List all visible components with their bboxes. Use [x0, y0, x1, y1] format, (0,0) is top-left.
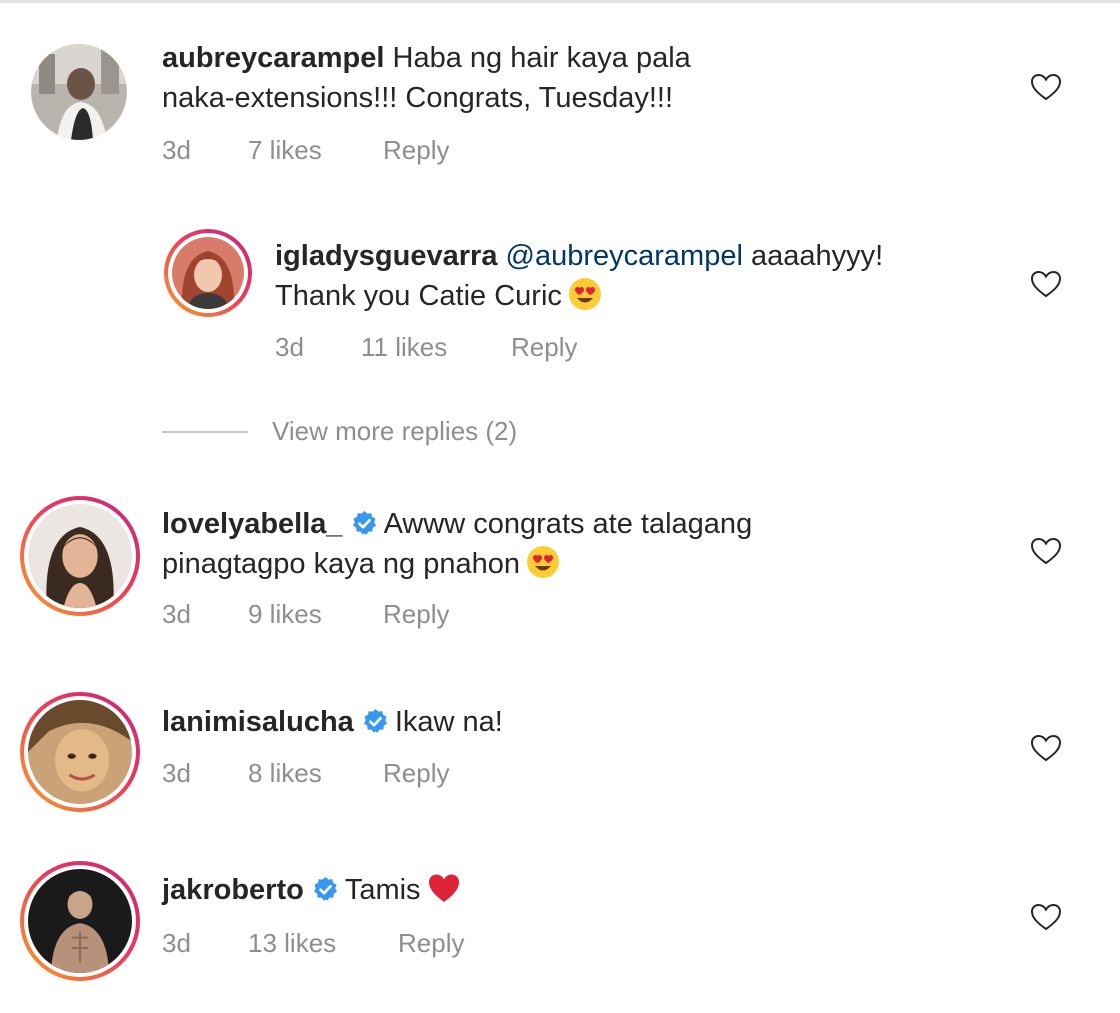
like-heart-icon[interactable]: [1030, 536, 1062, 566]
verified-badge-icon: [363, 709, 387, 733]
comment-body-line2: Thank you Catie Curic: [275, 280, 562, 312]
comment-body-line2: pinagtagpo kaya ng pnahon: [162, 548, 520, 580]
verified-badge-icon: [313, 877, 337, 901]
view-more-replies-label[interactable]: View more replies (2): [272, 416, 517, 447]
likes-count[interactable]: 13 likes: [248, 928, 336, 958]
reply-button[interactable]: Reply: [383, 758, 449, 788]
comment-body-line1: aaaahyyy!: [750, 240, 884, 272]
heart-eyes-emoji: [568, 278, 601, 310]
like-heart-icon[interactable]: [1030, 733, 1062, 763]
top-divider: [0, 0, 1120, 3]
reply-button[interactable]: Reply: [511, 332, 577, 362]
comment-body-line1: Tamis: [344, 874, 421, 906]
timestamp: 3d: [162, 928, 191, 958]
likes-count[interactable]: 9 likes: [248, 599, 322, 629]
username[interactable]: lanimisalucha: [162, 706, 354, 738]
username[interactable]: igladysguevarra: [275, 240, 497, 272]
avatar-photo: [28, 869, 132, 973]
comment-body-line1: Ikaw na!: [394, 706, 503, 738]
likes-count[interactable]: 7 likes: [248, 135, 322, 165]
avatar-photo: [28, 504, 132, 608]
verified-badge-icon: [352, 511, 376, 535]
likes-count[interactable]: 11 likes: [361, 332, 447, 362]
like-heart-icon[interactable]: [1030, 902, 1062, 932]
likes-count[interactable]: 8 likes: [248, 758, 322, 788]
comment-text: jakroberto Tamis: [162, 870, 982, 910]
red-heart-emoji: [428, 874, 459, 902]
username[interactable]: lovelyabella_: [162, 508, 343, 540]
avatar[interactable]: [164, 229, 252, 317]
like-heart-icon[interactable]: [1030, 72, 1062, 102]
comment-text: igladysguevarra @aubreycarampel aaaahyyy…: [275, 236, 995, 316]
comment-body-line2: naka-extensions!!! Congrats, Tuesday!!!: [162, 82, 673, 114]
timestamp: 3d: [162, 758, 191, 788]
view-more-divider: [162, 431, 248, 433]
avatar-photo: [31, 44, 127, 140]
timestamp: 3d: [275, 332, 304, 362]
mention-link[interactable]: @aubreycarampel: [506, 240, 743, 272]
timestamp: 3d: [162, 599, 191, 629]
reply-button[interactable]: Reply: [383, 599, 449, 629]
comment-text: aubreycarampel Haba ng hair kaya pala na…: [162, 38, 982, 118]
avatar-photo: [172, 237, 244, 309]
timestamp: 3d: [162, 135, 191, 165]
avatar[interactable]: [20, 861, 140, 981]
like-heart-icon[interactable]: [1030, 269, 1062, 299]
reply-button[interactable]: Reply: [383, 135, 449, 165]
comment-body-line1: Awww congrats ate talagang: [383, 508, 753, 540]
avatar[interactable]: [31, 44, 127, 140]
reply-button[interactable]: Reply: [398, 928, 464, 958]
avatar[interactable]: [20, 692, 140, 812]
username[interactable]: jakroberto: [162, 874, 304, 906]
comment-text: lanimisalucha Ikaw na!: [162, 702, 982, 742]
comment-text: lovelyabella_ Awww congrats ate talagang…: [162, 504, 982, 584]
avatar-photo: [28, 700, 132, 804]
avatar[interactable]: [20, 496, 140, 616]
heart-eyes-emoji: [526, 546, 559, 578]
username[interactable]: aubreycarampel: [162, 42, 384, 74]
comment-body-line1: Haba ng hair kaya pala: [392, 42, 691, 74]
